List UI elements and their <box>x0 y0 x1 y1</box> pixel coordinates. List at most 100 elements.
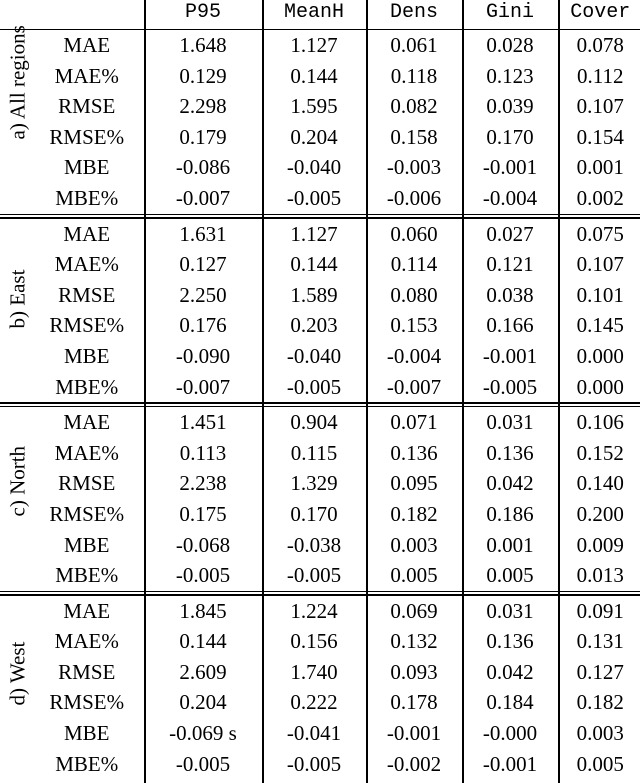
metric-value-cell: 0.136 <box>365 437 462 469</box>
column-rule-1 <box>144 0 146 783</box>
metric-name-cell: MBE <box>63 343 110 368</box>
metric-name-cell: MBE% <box>55 185 119 210</box>
column-header-dens: Dens <box>365 0 462 30</box>
metric-name-cell: MBE <box>63 721 110 746</box>
metric-value-cell: -0.005 <box>261 371 366 403</box>
column-rule-4 <box>462 0 464 783</box>
metric-value-cell: 0.182 <box>557 687 640 719</box>
metric-name-cell: MBE <box>63 532 110 557</box>
metric-value-cell: 0.170 <box>261 498 366 530</box>
metric-value-cell: 0.200 <box>557 498 640 530</box>
metric-value-cell: -0.068 <box>143 529 262 561</box>
metric-name-cell: MAE <box>63 598 111 623</box>
table-row: RMSE 2.609 1.740 0.093 0.042 0.127 <box>0 656 640 688</box>
block-separator-rule <box>0 590 640 596</box>
metric-value-cell: 0.170 <box>461 121 558 153</box>
column-rule-2 <box>262 0 264 783</box>
table-row: MBE% -0.005 -0.005 -0.002 -0.001 0.005 <box>0 748 640 780</box>
metric-value-cell: 0.144 <box>143 626 262 657</box>
metric-value-cell: 1.740 <box>261 656 366 688</box>
block-separator <box>0 213 640 219</box>
metric-value-cell: 0.003 <box>557 718 640 749</box>
block-separator-rule <box>0 213 640 219</box>
metric-value-cell: 0.176 <box>143 310 262 341</box>
metric-value-cell: -0.005 <box>261 182 366 214</box>
metric-value-cell: -0.086 <box>143 152 262 183</box>
metric-value-cell: -0.005 <box>143 560 262 591</box>
metric-value-cell: 0.904 <box>261 407 366 438</box>
metric-value-cell: -0.005 <box>143 748 262 780</box>
metric-name-cell: RMSE% <box>49 313 125 338</box>
metric-value-cell: 1.595 <box>261 91 366 122</box>
group-row-label-text: c) North <box>5 446 30 517</box>
metric-name-cell: MAE <box>63 410 111 435</box>
table-row: MAE% 0.127 0.144 0.114 0.121 0.107 <box>0 249 640 280</box>
metric-value-cell: 0.166 <box>461 310 558 341</box>
table-row: b) East MAE 1.631 1.127 0.060 0.027 0.075 <box>0 218 640 328</box>
metric-value-cell: 2.238 <box>143 468 262 499</box>
metric-value-cell: -0.007 <box>143 182 262 214</box>
metric-value-cell: -0.040 <box>261 340 366 372</box>
table-row: MBE -0.068 -0.038 0.003 0.001 0.009 <box>0 529 640 561</box>
table-row: MBE -0.090 -0.040 -0.004 -0.001 0.000 <box>0 340 640 372</box>
metric-value-cell: 0.184 <box>461 687 558 719</box>
group-row-label-text: d) West <box>5 641 30 706</box>
metric-value-cell: 0.075 <box>557 218 640 250</box>
table-row: RMSE% 0.204 0.222 0.178 0.184 0.182 <box>0 687 640 719</box>
metric-value-cell: 0.113 <box>143 437 262 469</box>
metric-value-cell: -0.001 <box>461 340 558 372</box>
metric-value-cell: 0.078 <box>557 29 640 61</box>
metric-value-cell: 0.042 <box>461 656 558 688</box>
metric-value-cell: 1.127 <box>261 29 366 61</box>
metric-value-cell: 0.005 <box>557 748 640 780</box>
metric-value-cell: 0.145 <box>557 310 640 341</box>
metric-value-cell: 0.127 <box>143 249 262 280</box>
double-rule <box>0 402 640 408</box>
table-row: RMSE 2.298 1.595 0.082 0.039 0.107 <box>0 91 640 122</box>
metric-name-cell: RMSE% <box>49 501 125 526</box>
metric-value-cell: 0.093 <box>365 656 462 688</box>
metric-value-cell: 0.132 <box>365 626 462 657</box>
table-row: MAE% 0.113 0.115 0.136 0.136 0.152 <box>0 437 640 469</box>
metric-value-cell: -0.041 <box>261 718 366 749</box>
header-row: P95 MeanH Dens Gini Cover <box>0 0 640 30</box>
metric-value-cell: 1.589 <box>261 279 366 311</box>
table-row: a) All regions MAE 1.648 1.127 0.061 0.028 0.0… <box>0 25 640 140</box>
table-row: MBE% -0.007 -0.005 -0.007 -0.005 0.000 <box>0 371 640 403</box>
table-row: RMSE% 0.175 0.170 0.182 0.186 0.200 <box>0 498 640 530</box>
metric-value-cell: 0.136 <box>461 437 558 469</box>
metric-value-cell: 0.039 <box>461 91 558 122</box>
metric-name-cell: RMSE <box>58 471 116 496</box>
metric-value-cell: -0.069 s <box>143 718 262 749</box>
double-rule <box>0 590 640 596</box>
metrics-table: P95 MeanH Dens Gini Cover a) All regions… <box>0 0 640 780</box>
metric-value-cell: 0.069 <box>365 595 462 627</box>
metric-value-cell: 0.027 <box>461 218 558 250</box>
metric-name-cell: MBE% <box>55 374 119 399</box>
metric-value-cell: 2.609 <box>143 656 262 688</box>
metric-value-cell: 1.127 <box>261 218 366 250</box>
metric-value-cell: 0.131 <box>557 626 640 657</box>
metric-value-cell: 0.140 <box>557 468 640 499</box>
metric-value-cell: 0.144 <box>261 60 366 92</box>
metric-value-cell: -0.001 <box>461 152 558 183</box>
metric-name-cell: MAE% <box>54 252 119 277</box>
metric-value-cell: -0.007 <box>143 371 262 403</box>
column-header-meanh: MeanH <box>261 0 366 30</box>
metric-value-cell: 0.144 <box>261 249 366 280</box>
metric-value-cell: 0.136 <box>461 626 558 657</box>
table-row: MBE -0.069 s -0.041 -0.001 -0.000 0.003 <box>0 718 640 749</box>
metric-value-cell: 0.106 <box>557 407 640 438</box>
table-body: a) All regions MAE 1.648 1.127 0.061 0.028 0.0… <box>0 25 640 780</box>
table-row: MAE% 0.144 0.156 0.132 0.136 0.131 <box>0 626 640 657</box>
metric-value-cell: 0.178 <box>365 687 462 719</box>
metric-value-cell: 0.152 <box>557 437 640 469</box>
metric-value-cell: -0.038 <box>261 529 366 561</box>
metric-value-cell: 1.845 <box>143 595 262 627</box>
metric-value-cell: -0.040 <box>261 152 366 183</box>
table-row: RMSE 2.238 1.329 0.095 0.042 0.140 <box>0 468 640 499</box>
table-row: MBE% -0.007 -0.005 -0.006 -0.004 0.002 <box>0 182 640 214</box>
metric-value-cell: -0.000 <box>461 718 558 749</box>
metric-value-cell: 0.204 <box>261 121 366 153</box>
metric-value-cell: 0.001 <box>461 529 558 561</box>
